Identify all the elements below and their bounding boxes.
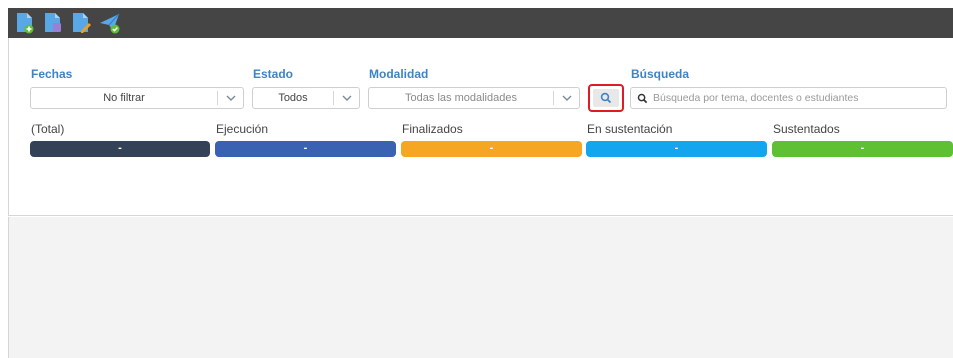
search-field[interactable] bbox=[630, 87, 947, 109]
edit-document-icon[interactable] bbox=[70, 11, 92, 35]
search-button-face bbox=[593, 89, 619, 107]
results-area bbox=[8, 217, 953, 358]
stat-label-sustentados: Sustentados bbox=[773, 122, 840, 136]
new-document-icon[interactable] bbox=[14, 11, 36, 35]
stat-label-ejecucion: Ejecución bbox=[216, 122, 269, 136]
select-divider bbox=[553, 91, 554, 105]
stat-label-en-sustentacion: En sustentación bbox=[587, 122, 673, 136]
stat-bar-total[interactable]: - bbox=[30, 141, 210, 157]
document-stack-icon[interactable] bbox=[42, 11, 64, 35]
stat-bar-sustentados[interactable]: - bbox=[772, 141, 953, 157]
send-check-icon[interactable] bbox=[98, 11, 120, 35]
busqueda-label: Búsqueda bbox=[631, 67, 690, 81]
stat-label-total: (Total) bbox=[31, 122, 65, 136]
select-divider bbox=[217, 91, 218, 105]
stat-label-finalizados: Finalizados bbox=[402, 122, 463, 136]
search-icon bbox=[600, 92, 612, 104]
chevron-down-icon bbox=[226, 95, 236, 101]
stat-bar-ejecucion[interactable]: - bbox=[215, 141, 396, 157]
toolbar bbox=[8, 8, 953, 38]
stat-bar-en-sustentacion[interactable]: - bbox=[586, 141, 767, 157]
modalidad-label: Modalidad bbox=[369, 67, 429, 81]
estado-select[interactable]: Todos bbox=[252, 87, 360, 109]
chevron-down-icon bbox=[562, 95, 572, 101]
fechas-select[interactable]: No filtrar bbox=[30, 87, 244, 109]
select-divider bbox=[333, 91, 334, 105]
estado-select-value: Todos bbox=[278, 92, 308, 104]
fechas-label: Fechas bbox=[31, 67, 73, 81]
chevron-down-icon bbox=[342, 95, 352, 101]
modalidad-select[interactable]: Todas las modalidades bbox=[368, 87, 580, 109]
search-input[interactable] bbox=[653, 89, 941, 107]
stat-bar-finalizados[interactable]: - bbox=[401, 141, 582, 157]
modalidad-select-value: Todas las modalidades bbox=[405, 92, 517, 104]
fechas-select-value: No filtrar bbox=[103, 92, 145, 104]
search-button[interactable] bbox=[588, 84, 624, 112]
search-icon bbox=[637, 93, 648, 104]
estado-label: Estado bbox=[253, 67, 294, 81]
